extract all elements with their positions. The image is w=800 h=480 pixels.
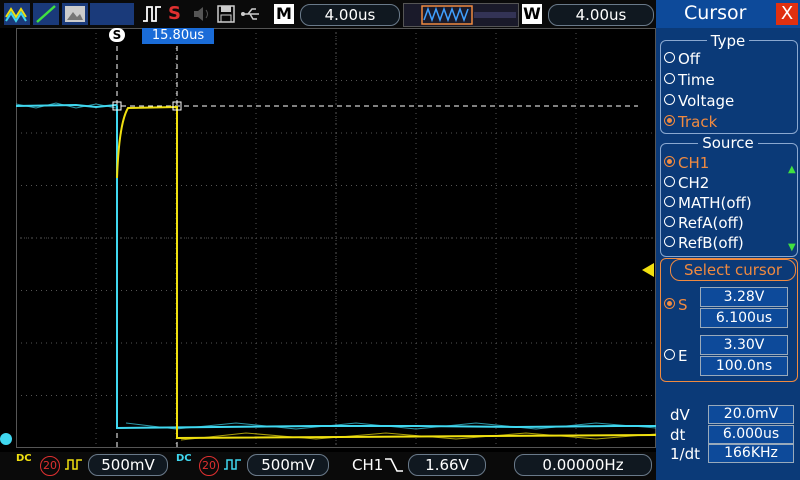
ch1-bandwidth-limit[interactable]: 20 xyxy=(40,456,60,476)
scroll-down-icon[interactable]: ▼ xyxy=(788,242,796,253)
type-option-voltage[interactable]: Voltage xyxy=(664,92,734,110)
ch2-scale[interactable]: 500mV xyxy=(247,454,329,476)
usb-icon xyxy=(240,3,262,25)
run-pulse-icon xyxy=(142,3,162,25)
trigger-level[interactable]: 1.66V xyxy=(408,454,486,476)
dt-value: 6.000us xyxy=(708,425,794,444)
cursor-pointer-arrow xyxy=(642,263,654,277)
source-option-math[interactable]: MATH(off) xyxy=(664,194,752,212)
type-option-off[interactable]: Off xyxy=(664,50,700,68)
ch1-scale[interactable]: 500mV xyxy=(88,454,168,476)
ch2-bandwidth-limit[interactable]: 20 xyxy=(199,456,219,476)
speaker-icon xyxy=(192,3,212,25)
ch1-coupling[interactable]: DC xyxy=(16,454,32,464)
ch2-ground-marker[interactable] xyxy=(0,433,12,445)
panel-title: Cursor xyxy=(684,2,747,24)
ch1-probe-icon xyxy=(64,456,84,476)
cursor-menu-panel: Cursor X Type Off Time Voltage Track Sou… xyxy=(656,0,800,480)
blank-indicator xyxy=(90,3,134,25)
trigger-source[interactable]: CH1 xyxy=(352,456,383,474)
cursor-s-marker[interactable]: S xyxy=(109,28,125,42)
slope-icon[interactable] xyxy=(33,3,59,25)
cursor-s-time: 6.100us xyxy=(700,308,788,328)
scroll-up-icon[interactable]: ▲ xyxy=(788,164,796,175)
bottom-status-bar: DC 20 500mV DC 20 500mV CH1 1.66V 0.0000… xyxy=(0,452,656,480)
cursor-s-voltage: 3.28V xyxy=(700,287,788,307)
source-option-ch2[interactable]: CH2 xyxy=(664,174,709,192)
source-group-title: Source xyxy=(656,134,800,152)
image-icon[interactable] xyxy=(62,3,88,25)
stop-indicator: S xyxy=(168,3,181,24)
inverse-dt-label: 1/dt xyxy=(670,445,700,463)
falling-edge-icon xyxy=(383,456,405,478)
channel-marker-column xyxy=(0,28,16,448)
save-icon[interactable] xyxy=(216,3,236,25)
type-option-time[interactable]: Time xyxy=(664,71,715,89)
timebase-value[interactable]: 4.00us xyxy=(300,4,400,26)
close-icon[interactable]: X xyxy=(776,3,798,25)
inverse-dt-value: 166KHz xyxy=(708,444,794,463)
cursor-delta-time-label: 15.80us xyxy=(142,28,214,44)
waveform-display[interactable]: S 15.80us xyxy=(15,28,657,448)
type-option-track[interactable]: Track xyxy=(664,113,717,131)
source-option-ch1[interactable]: CH1 xyxy=(664,154,709,172)
top-status-bar: S M 4.00us W 4.00us xyxy=(0,0,656,28)
window-timebase-value[interactable]: 4.00us xyxy=(548,4,654,26)
dv-label: dV xyxy=(670,406,690,424)
ch1-trace xyxy=(116,105,657,440)
dv-value: 20.0mV xyxy=(708,405,794,424)
waveform-graticule xyxy=(15,28,657,448)
frequency-counter: 0.00000Hz xyxy=(514,454,652,476)
window-timebase-label: W xyxy=(522,4,542,24)
memory-position-bar[interactable] xyxy=(403,3,519,27)
dt-label: dt xyxy=(670,426,686,444)
source-option-refb[interactable]: RefB(off) xyxy=(664,234,744,252)
cursor-e-voltage: 3.30V xyxy=(700,335,788,355)
ch2-probe-icon xyxy=(223,456,243,476)
source-option-refa[interactable]: RefA(off) xyxy=(664,214,744,232)
cursor-e-option[interactable]: E xyxy=(664,347,687,365)
ch1-wave-icon[interactable] xyxy=(4,3,30,25)
type-group-title: Type xyxy=(656,32,800,50)
cursor-e-time: 100.0ns xyxy=(700,356,788,376)
select-cursor-title[interactable]: Select cursor xyxy=(670,259,796,281)
panel-header: Cursor X xyxy=(656,0,800,28)
cursor-s-option[interactable]: S xyxy=(664,296,688,314)
ch2-coupling[interactable]: DC xyxy=(176,454,192,464)
main-timebase-label: M xyxy=(274,4,294,24)
